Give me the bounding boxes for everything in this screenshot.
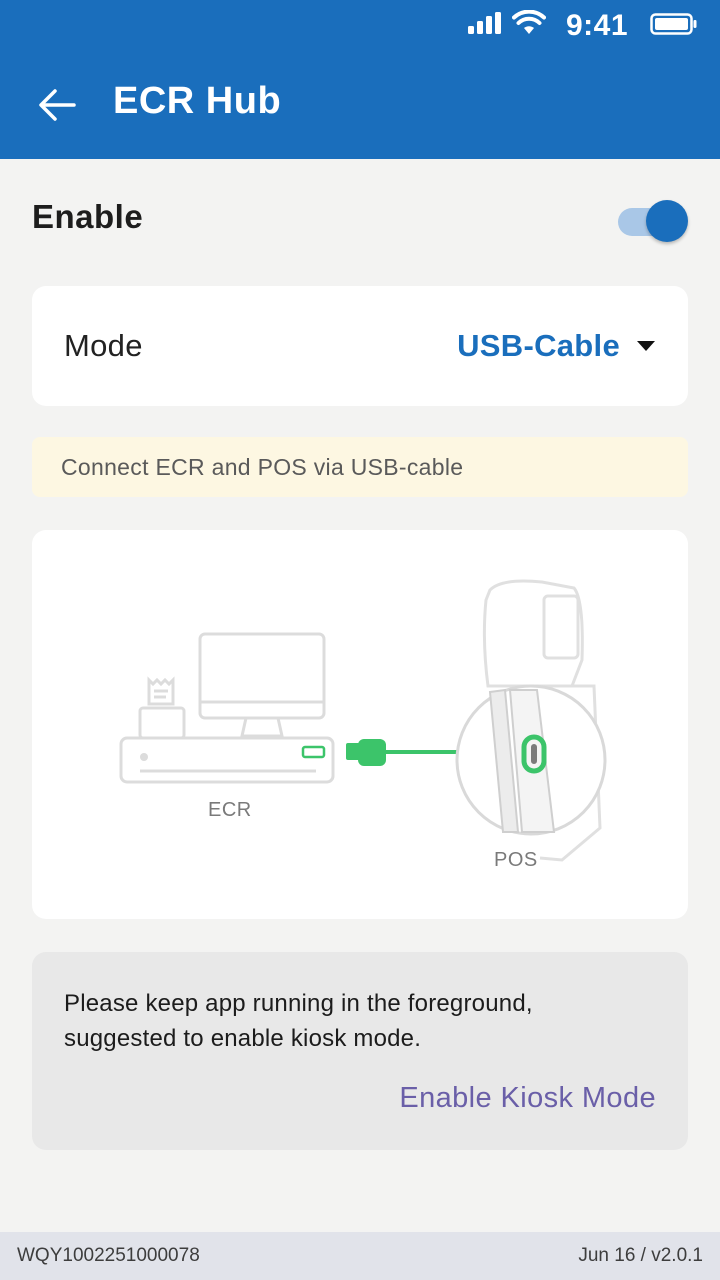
page-title: ECR Hub bbox=[113, 80, 282, 122]
enable-label: Enable bbox=[32, 198, 144, 235]
wifi-icon bbox=[512, 10, 546, 34]
mode-card: Mode USB-Cable bbox=[32, 286, 688, 406]
device-serial: WQY1002251000078 bbox=[17, 1245, 200, 1266]
note-line-1: Please keep app running in the foregroun… bbox=[64, 990, 533, 1017]
pos-label: POS bbox=[494, 849, 538, 871]
enable-row: Enable bbox=[32, 190, 688, 244]
connection-illustration: ECR POS bbox=[32, 530, 688, 919]
mode-dropdown[interactable]: USB-Cable bbox=[457, 328, 656, 364]
caret-down-icon bbox=[637, 341, 655, 351]
back-button[interactable] bbox=[30, 80, 84, 130]
kiosk-note: Please keep app running in the foregroun… bbox=[32, 952, 688, 1150]
enable-toggle[interactable] bbox=[618, 195, 688, 242]
status-bar: 9:41 bbox=[0, 0, 720, 52]
ecr-label: ECR bbox=[208, 799, 252, 821]
ecr-pos-diagram bbox=[119, 579, 607, 862]
arrow-left-icon bbox=[39, 89, 76, 121]
mode-label: Mode bbox=[64, 328, 143, 363]
app-version: Jun 16 / v2.0.1 bbox=[578, 1245, 703, 1266]
status-time: 9:41 bbox=[566, 9, 629, 42]
connection-hint: Connect ECR and POS via USB-cable bbox=[32, 437, 688, 497]
usb-port-icon bbox=[301, 745, 326, 759]
battery-icon bbox=[650, 13, 697, 35]
enable-kiosk-mode-link[interactable]: Enable Kiosk Mode bbox=[399, 1082, 656, 1115]
note-line-2: suggested to enable kiosk mode. bbox=[64, 1025, 422, 1052]
ecr-device-icon bbox=[119, 632, 335, 784]
footer-bar: WQY1002251000078 Jun 16 / v2.0.1 bbox=[0, 1232, 720, 1280]
mode-value: USB-Cable bbox=[457, 328, 620, 363]
toggle-knob bbox=[646, 200, 688, 242]
app-bar: 9:41 ECR Hub bbox=[0, 0, 720, 159]
cellular-signal-icon bbox=[468, 12, 501, 34]
